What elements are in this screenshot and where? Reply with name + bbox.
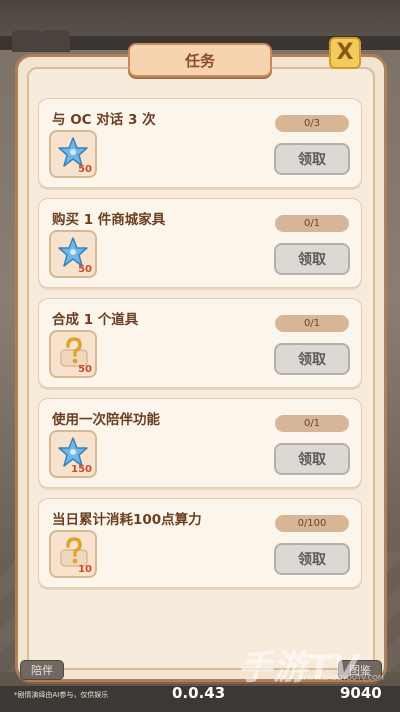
task-title: 购买 1 件商城家具 — [52, 212, 166, 228]
reward-count: 50 — [78, 164, 92, 175]
task-title: 使用一次陪伴功能 — [52, 412, 160, 428]
task-card: 购买 1 件商城家具 50 0/1 领取 — [38, 198, 362, 288]
progress-badge: 0/3 — [275, 115, 349, 132]
modal-title: 任务 — [128, 43, 272, 77]
reward-count: 50 — [78, 264, 92, 275]
reward-item[interactable]: 50 — [49, 130, 97, 178]
version-number: 0.0.43 — [172, 684, 226, 702]
watermark-url: WWW.SHOUYOUTV.COM — [300, 674, 384, 682]
claim-button[interactable]: 领取 — [274, 543, 350, 575]
task-card: 合成 1 个道具 50 0/1 领取 — [38, 298, 362, 388]
reward-item[interactable]: 10 — [49, 530, 97, 578]
reward-count: 50 — [78, 364, 92, 375]
reward-item[interactable]: 150 — [49, 430, 97, 478]
close-icon: X — [336, 40, 354, 65]
task-title: 合成 1 个道具 — [52, 312, 139, 328]
progress-badge: 0/100 — [275, 515, 349, 532]
task-card: 使用一次陪伴功能 150 0/1 领取 — [38, 398, 362, 488]
task-title: 与 OC 对话 3 次 — [52, 112, 156, 128]
progress-badge: 0/1 — [275, 315, 349, 332]
background-ear-left — [12, 30, 42, 52]
reward-item[interactable]: 50 — [49, 230, 97, 278]
task-title: 当日累计消耗100点算力 — [52, 512, 202, 528]
task-card: 与 OC 对话 3 次 50 0/3 领取 — [38, 98, 362, 188]
claim-button[interactable]: 领取 — [274, 443, 350, 475]
progress-badge: 0/1 — [275, 215, 349, 232]
claim-button[interactable]: 领取 — [274, 343, 350, 375]
ai-disclaimer: *剧情演绎由AI参与，仅供娱乐 — [14, 691, 109, 699]
claim-button[interactable]: 领取 — [274, 243, 350, 275]
reward-item[interactable]: 50 — [49, 330, 97, 378]
companion-button[interactable]: 陪伴 — [20, 660, 64, 680]
background-ear-right — [40, 30, 70, 52]
claim-button[interactable]: 领取 — [274, 143, 350, 175]
reward-count: 150 — [71, 464, 92, 475]
close-button[interactable]: X — [329, 37, 361, 69]
progress-badge: 0/1 — [275, 415, 349, 432]
task-card: 当日累计消耗100点算力 10 0/100 领取 — [38, 498, 362, 588]
reward-count: 10 — [78, 564, 92, 575]
